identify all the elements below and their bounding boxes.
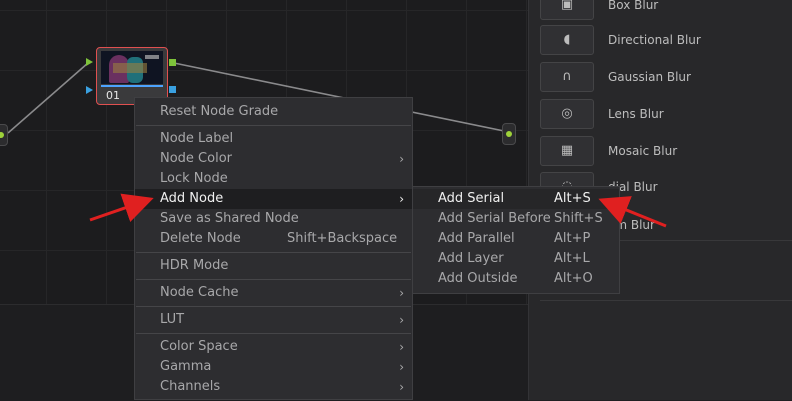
effect-lens-blur[interactable]: ◎ Lens Blur [540, 99, 792, 129]
source-input-pin[interactable] [0, 124, 8, 146]
effect-label: Mosaic Blur [608, 144, 678, 158]
menu-item-label: Lock Node [160, 171, 228, 186]
effect-gaussian-blur[interactable]: ∩ Gaussian Blur [540, 62, 792, 92]
node-label: 01 [106, 89, 120, 102]
output-pin[interactable] [502, 123, 516, 145]
submenu-item-add-serial-before[interactable]: Add Serial Before Shift+S [413, 209, 619, 229]
menu-item-label: Node Color [160, 151, 233, 166]
menu-item-label: Gamma [160, 359, 212, 374]
submenu-item-label: Add Parallel [438, 231, 515, 246]
chevron-right-icon: › [399, 192, 404, 206]
submenu-item-shortcut: Alt+L [554, 251, 590, 266]
submenu-item-add-outside[interactable]: Add Outside Alt+O [413, 269, 619, 289]
menu-separator [136, 306, 411, 307]
node-rgb-output-port[interactable] [169, 59, 176, 66]
chevron-right-icon: › [399, 313, 404, 327]
menu-separator [136, 279, 411, 280]
add-node-submenu: Add Serial Alt+S Add Serial Before Shift+S… [412, 186, 620, 294]
menu-separator [136, 252, 411, 253]
mosaic-blur-icon: ▦ [540, 136, 594, 166]
menu-item-channels[interactable]: Channels › [135, 377, 412, 397]
submenu-item-label: Add Layer [438, 251, 504, 266]
menu-item-node-color[interactable]: Node Color › [135, 149, 412, 169]
menu-item-label: Save as Shared Node [160, 211, 299, 226]
menu-item-delete-node[interactable]: Delete Node Shift+Backspace [135, 229, 412, 249]
menu-item-label: Reset Node Grade [160, 104, 279, 119]
section-divider [540, 300, 792, 301]
gaussian-blur-icon: ∩ [540, 62, 594, 92]
connection-in [7, 62, 89, 134]
menu-item-shortcut: Shift+Backspace [287, 231, 398, 246]
menu-item-label: Node Label [160, 131, 234, 146]
menu-item-gamma[interactable]: Gamma › [135, 357, 412, 377]
node-alpha-output-port[interactable] [169, 86, 176, 93]
menu-item-color-space[interactable]: Color Space › [135, 337, 412, 357]
menu-item-reset-node-grade[interactable]: Reset Node Grade [135, 102, 412, 122]
chevron-right-icon: › [399, 380, 404, 394]
submenu-item-label: Add Serial [438, 191, 505, 206]
node-alpha-input-port[interactable] [86, 86, 93, 94]
effect-directional-blur[interactable]: ◖ Directional Blur [540, 25, 792, 55]
menu-item-label: Delete Node [160, 231, 241, 246]
effect-label: Gaussian Blur [608, 70, 691, 84]
menu-item-save-as-shared-node[interactable]: Save as Shared Node [135, 209, 412, 229]
submenu-item-add-serial[interactable]: Add Serial Alt+S [413, 189, 619, 209]
box-blur-icon: ▣ [540, 0, 594, 20]
menu-separator [136, 125, 411, 126]
chevron-right-icon: › [399, 360, 404, 374]
menu-item-label: HDR Mode [160, 258, 229, 273]
menu-item-lock-node[interactable]: Lock Node [135, 169, 412, 189]
menu-item-add-node[interactable]: Add Node › [135, 189, 412, 209]
menu-item-label: Node Cache [160, 285, 239, 300]
node-rgb-input-port[interactable] [86, 58, 93, 66]
menu-item-label: Add Node [160, 191, 224, 206]
node-status-bar [101, 85, 163, 87]
submenu-item-shortcut: Alt+S [554, 191, 591, 206]
node-thumbnail [101, 51, 163, 84]
chevron-right-icon: › [399, 340, 404, 354]
directional-blur-icon: ◖ [540, 25, 594, 55]
submenu-item-shortcut: Shift+S [554, 211, 603, 226]
chevron-right-icon: › [399, 286, 404, 300]
submenu-item-add-layer[interactable]: Add Layer Alt+L [413, 249, 619, 269]
pin-dot [506, 131, 512, 137]
effect-label: Box Blur [608, 0, 659, 12]
menu-item-label: Color Space [160, 339, 238, 354]
effect-mosaic-blur[interactable]: ▦ Mosaic Blur [540, 136, 792, 166]
effect-box-blur[interactable]: ▣ Box Blur [540, 0, 792, 20]
menu-item-lut[interactable]: LUT › [135, 310, 412, 330]
effect-label: Directional Blur [608, 33, 701, 47]
menu-item-label: LUT [160, 312, 185, 327]
chevron-right-icon: › [399, 152, 404, 166]
submenu-item-label: Add Outside [438, 271, 518, 286]
submenu-item-shortcut: Alt+P [554, 231, 591, 246]
menu-separator [136, 333, 411, 334]
submenu-item-add-parallel[interactable]: Add Parallel Alt+P [413, 229, 619, 249]
menu-item-node-label[interactable]: Node Label [135, 129, 412, 149]
node-context-menu: Reset Node Grade Node Label Node Color › … [134, 97, 413, 400]
submenu-item-shortcut: Alt+O [554, 271, 593, 286]
lens-blur-icon: ◎ [540, 99, 594, 129]
menu-item-node-cache[interactable]: Node Cache › [135, 283, 412, 303]
submenu-item-label: Add Serial Before [438, 211, 551, 226]
menu-item-hdr-mode[interactable]: HDR Mode [135, 256, 412, 276]
menu-item-label: Channels [160, 379, 221, 394]
pin-dot [0, 132, 4, 138]
effect-label: Lens Blur [608, 107, 664, 121]
